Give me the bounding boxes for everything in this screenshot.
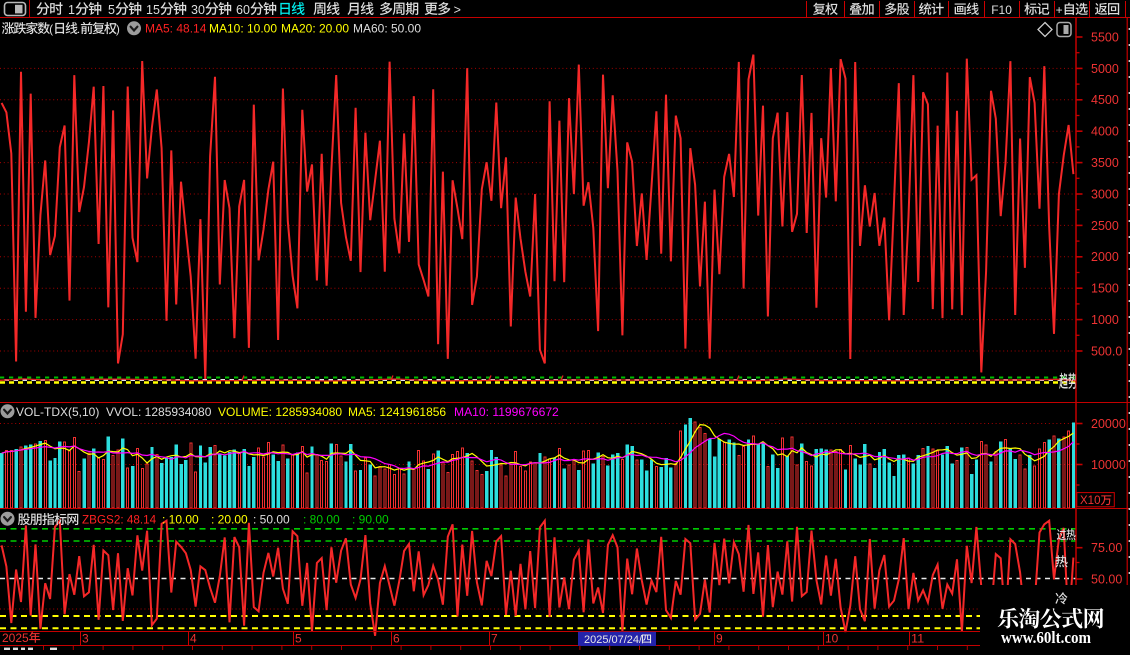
svg-text:MA20: 20.00: MA20: 20.00 — [281, 22, 349, 36]
svg-text:6: 6 — [393, 632, 400, 646]
svg-text:15: 15 — [146, 3, 160, 17]
svg-text:: 90.00: : 90.00 — [352, 513, 389, 527]
svg-text:.: . — [77, 22, 80, 36]
svg-text:500.0: 500.0 — [1091, 344, 1122, 358]
svg-text:www.60lt.com: www.60lt.com — [1001, 628, 1091, 647]
svg-text:60: 60 — [236, 3, 250, 17]
svg-text:2025/07/24/: 2025/07/24/ — [584, 634, 643, 646]
svg-text:(: ( — [49, 22, 53, 36]
svg-text:): ) — [116, 22, 120, 36]
svg-text:2025: 2025 — [2, 631, 29, 645]
svg-text:7: 7 — [491, 632, 498, 646]
svg-text:2500: 2500 — [1091, 219, 1119, 233]
svg-text:>: > — [450, 3, 461, 17]
svg-text:5500: 5500 — [1091, 30, 1119, 44]
svg-text:3000: 3000 — [1091, 187, 1119, 201]
svg-text:: 20.00: : 20.00 — [211, 513, 248, 527]
svg-text:20000: 20000 — [1091, 417, 1126, 431]
svg-text:10000: 10000 — [1091, 458, 1126, 472]
svg-text:VOL-TDX(5,10): VOL-TDX(5,10) — [16, 405, 103, 419]
svg-text:MA10: 1199676672: MA10: 1199676672 — [454, 405, 559, 419]
svg-text:VOLUME: 1285934080: VOLUME: 1285934080 — [218, 405, 342, 419]
svg-text:5: 5 — [295, 632, 302, 646]
svg-text:: 50.00: : 50.00 — [253, 513, 290, 527]
svg-text:VVOL: 1285934080: VVOL: 1285934080 — [106, 405, 212, 419]
svg-text:11: 11 — [911, 632, 925, 646]
svg-text:5000: 5000 — [1091, 62, 1119, 76]
svg-text:1500: 1500 — [1091, 282, 1119, 296]
svg-text:X10: X10 — [1080, 495, 1101, 507]
svg-text:30: 30 — [191, 3, 205, 17]
svg-text:50.00: 50.00 — [1091, 572, 1122, 586]
svg-text:10: 10 — [825, 632, 839, 646]
svg-text:1: 1 — [68, 3, 75, 17]
svg-text:+: + — [1056, 3, 1063, 17]
svg-text:MA10: 10.00: MA10: 10.00 — [209, 22, 277, 36]
svg-text:5: 5 — [108, 3, 115, 17]
svg-text:75.00: 75.00 — [1091, 541, 1122, 555]
svg-text:: 10.00: : 10.00 — [162, 513, 199, 527]
svg-text:1000: 1000 — [1091, 313, 1119, 327]
svg-text:4500: 4500 — [1091, 93, 1119, 107]
svg-text:3: 3 — [82, 632, 89, 646]
svg-text:2000: 2000 — [1091, 250, 1119, 264]
svg-text:9: 9 — [716, 632, 723, 646]
svg-text:MA5: 1241961856: MA5: 1241961856 — [348, 405, 446, 419]
svg-text:ZBGS2: 48.14: ZBGS2: 48.14 — [82, 514, 157, 527]
svg-text:4000: 4000 — [1091, 125, 1119, 139]
svg-text:3500: 3500 — [1091, 156, 1119, 170]
svg-text:F10: F10 — [991, 3, 1012, 17]
svg-text:MA5: 48.14: MA5: 48.14 — [145, 22, 207, 36]
svg-text:: 80.00: : 80.00 — [303, 513, 340, 527]
svg-text:4: 4 — [190, 632, 197, 646]
svg-text:MA60: 50.00: MA60: 50.00 — [353, 22, 421, 36]
